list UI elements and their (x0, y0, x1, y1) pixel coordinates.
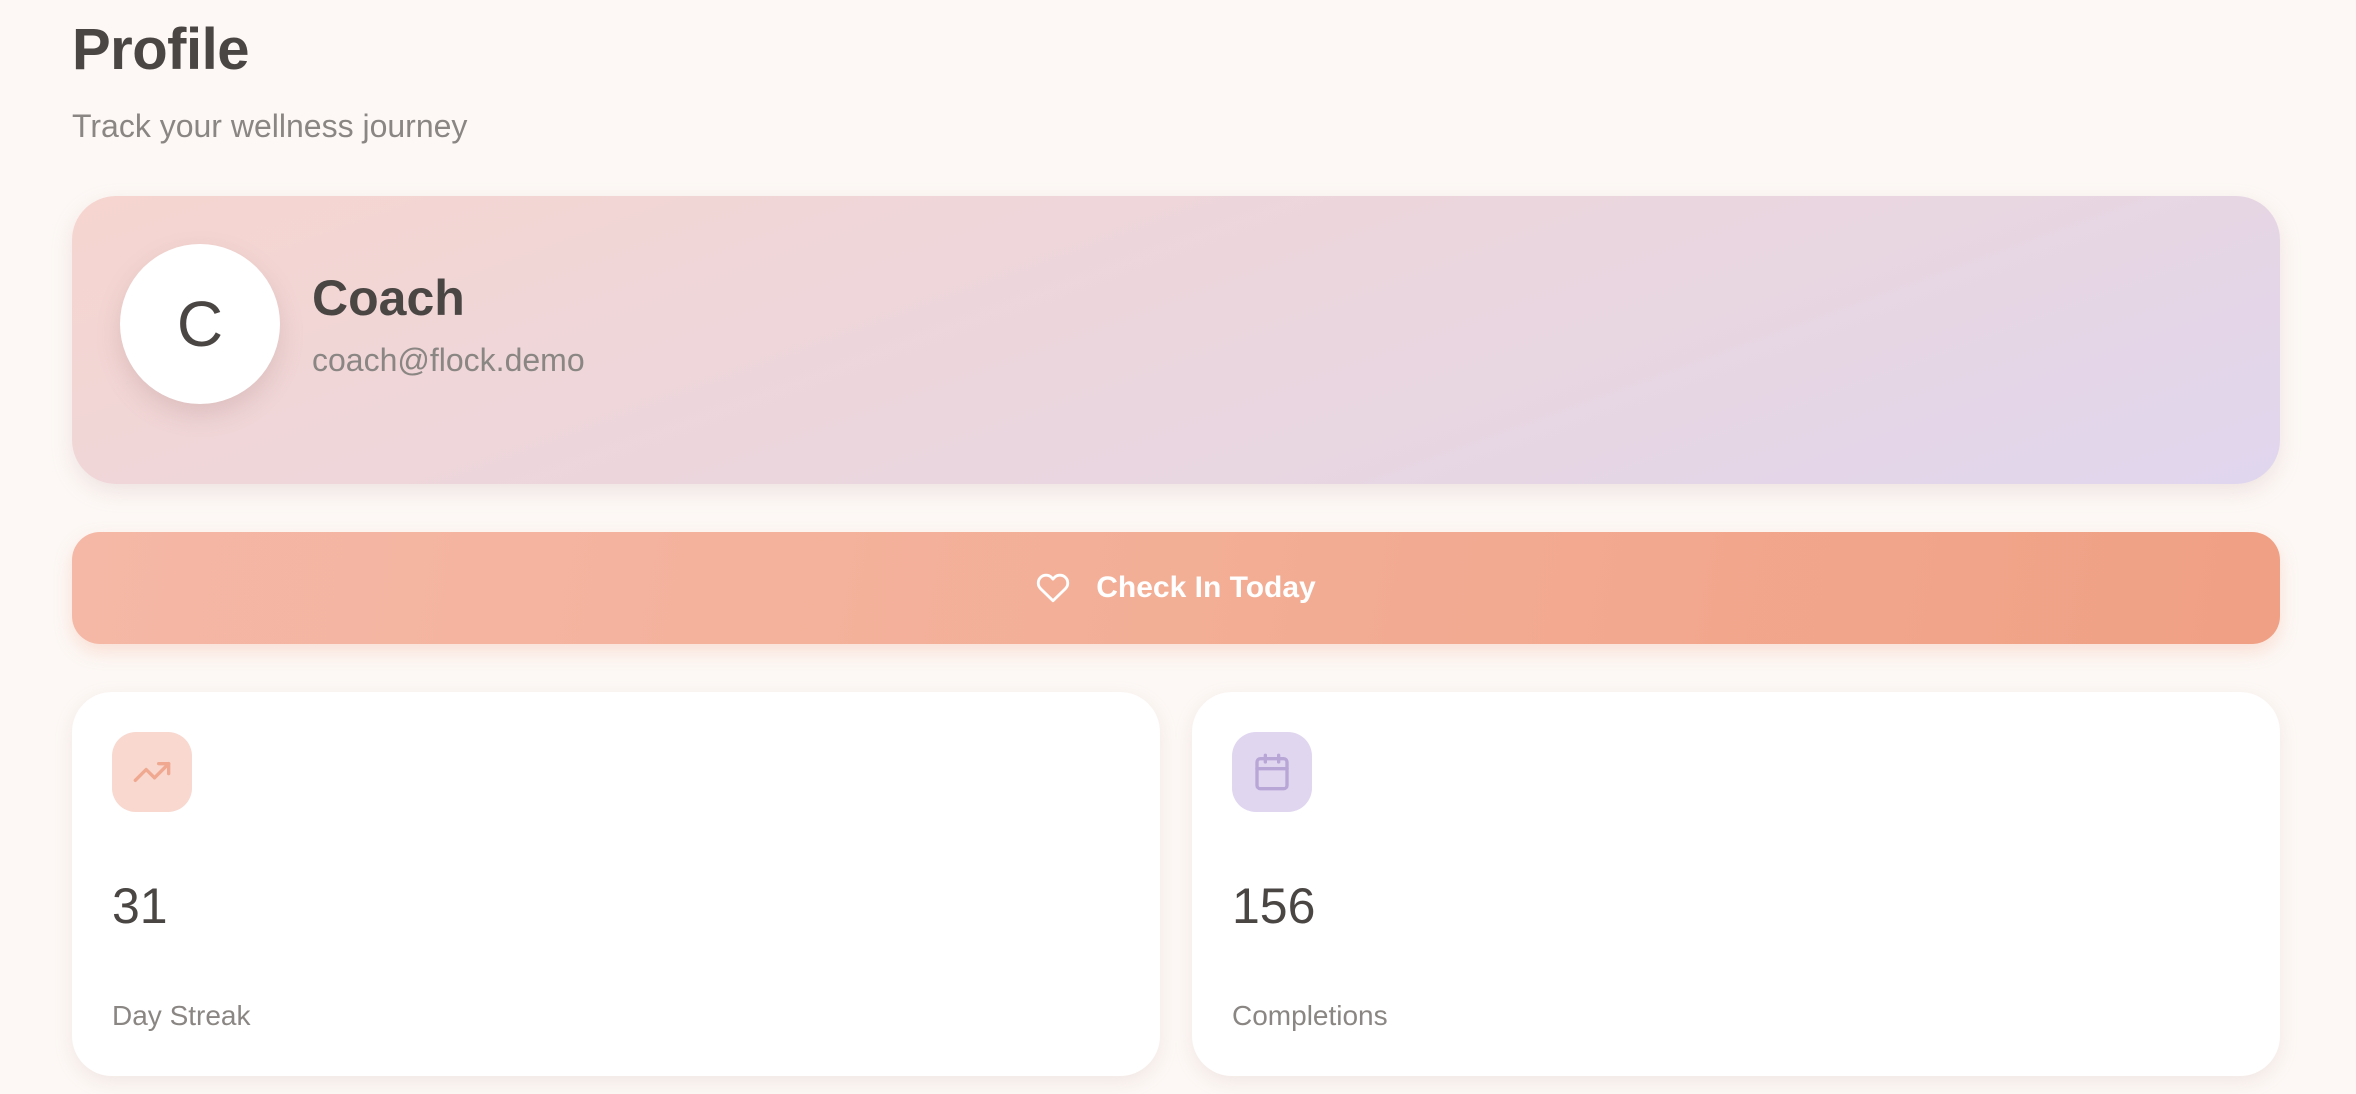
stat-card-completions: 156 Completions (1192, 692, 2280, 1076)
profile-email: coach@flock.demo (312, 342, 585, 378)
trending-up-icon (112, 732, 192, 812)
calendar-icon (1232, 732, 1312, 812)
stat-label: Completions (1232, 1000, 1388, 1031)
profile-name: Coach (312, 270, 465, 326)
stat-value: 31 (112, 878, 168, 934)
stat-value: 156 (1232, 878, 1316, 934)
page-subtitle: Track your wellness journey (72, 108, 468, 144)
check-in-label: Check In Today (1096, 571, 1316, 604)
profile-page: Profile Track your wellness journey C Co… (0, 0, 2356, 1094)
stat-label: Day Streak (112, 1000, 251, 1031)
page-title: Profile (72, 17, 250, 82)
avatar: C (120, 244, 280, 404)
stat-card-day-streak: 31 Day Streak (72, 692, 1160, 1076)
profile-card: C Coach coach@flock.demo (72, 196, 2280, 484)
check-in-button[interactable]: Check In Today (72, 532, 2280, 644)
heart-icon (1036, 571, 1070, 605)
